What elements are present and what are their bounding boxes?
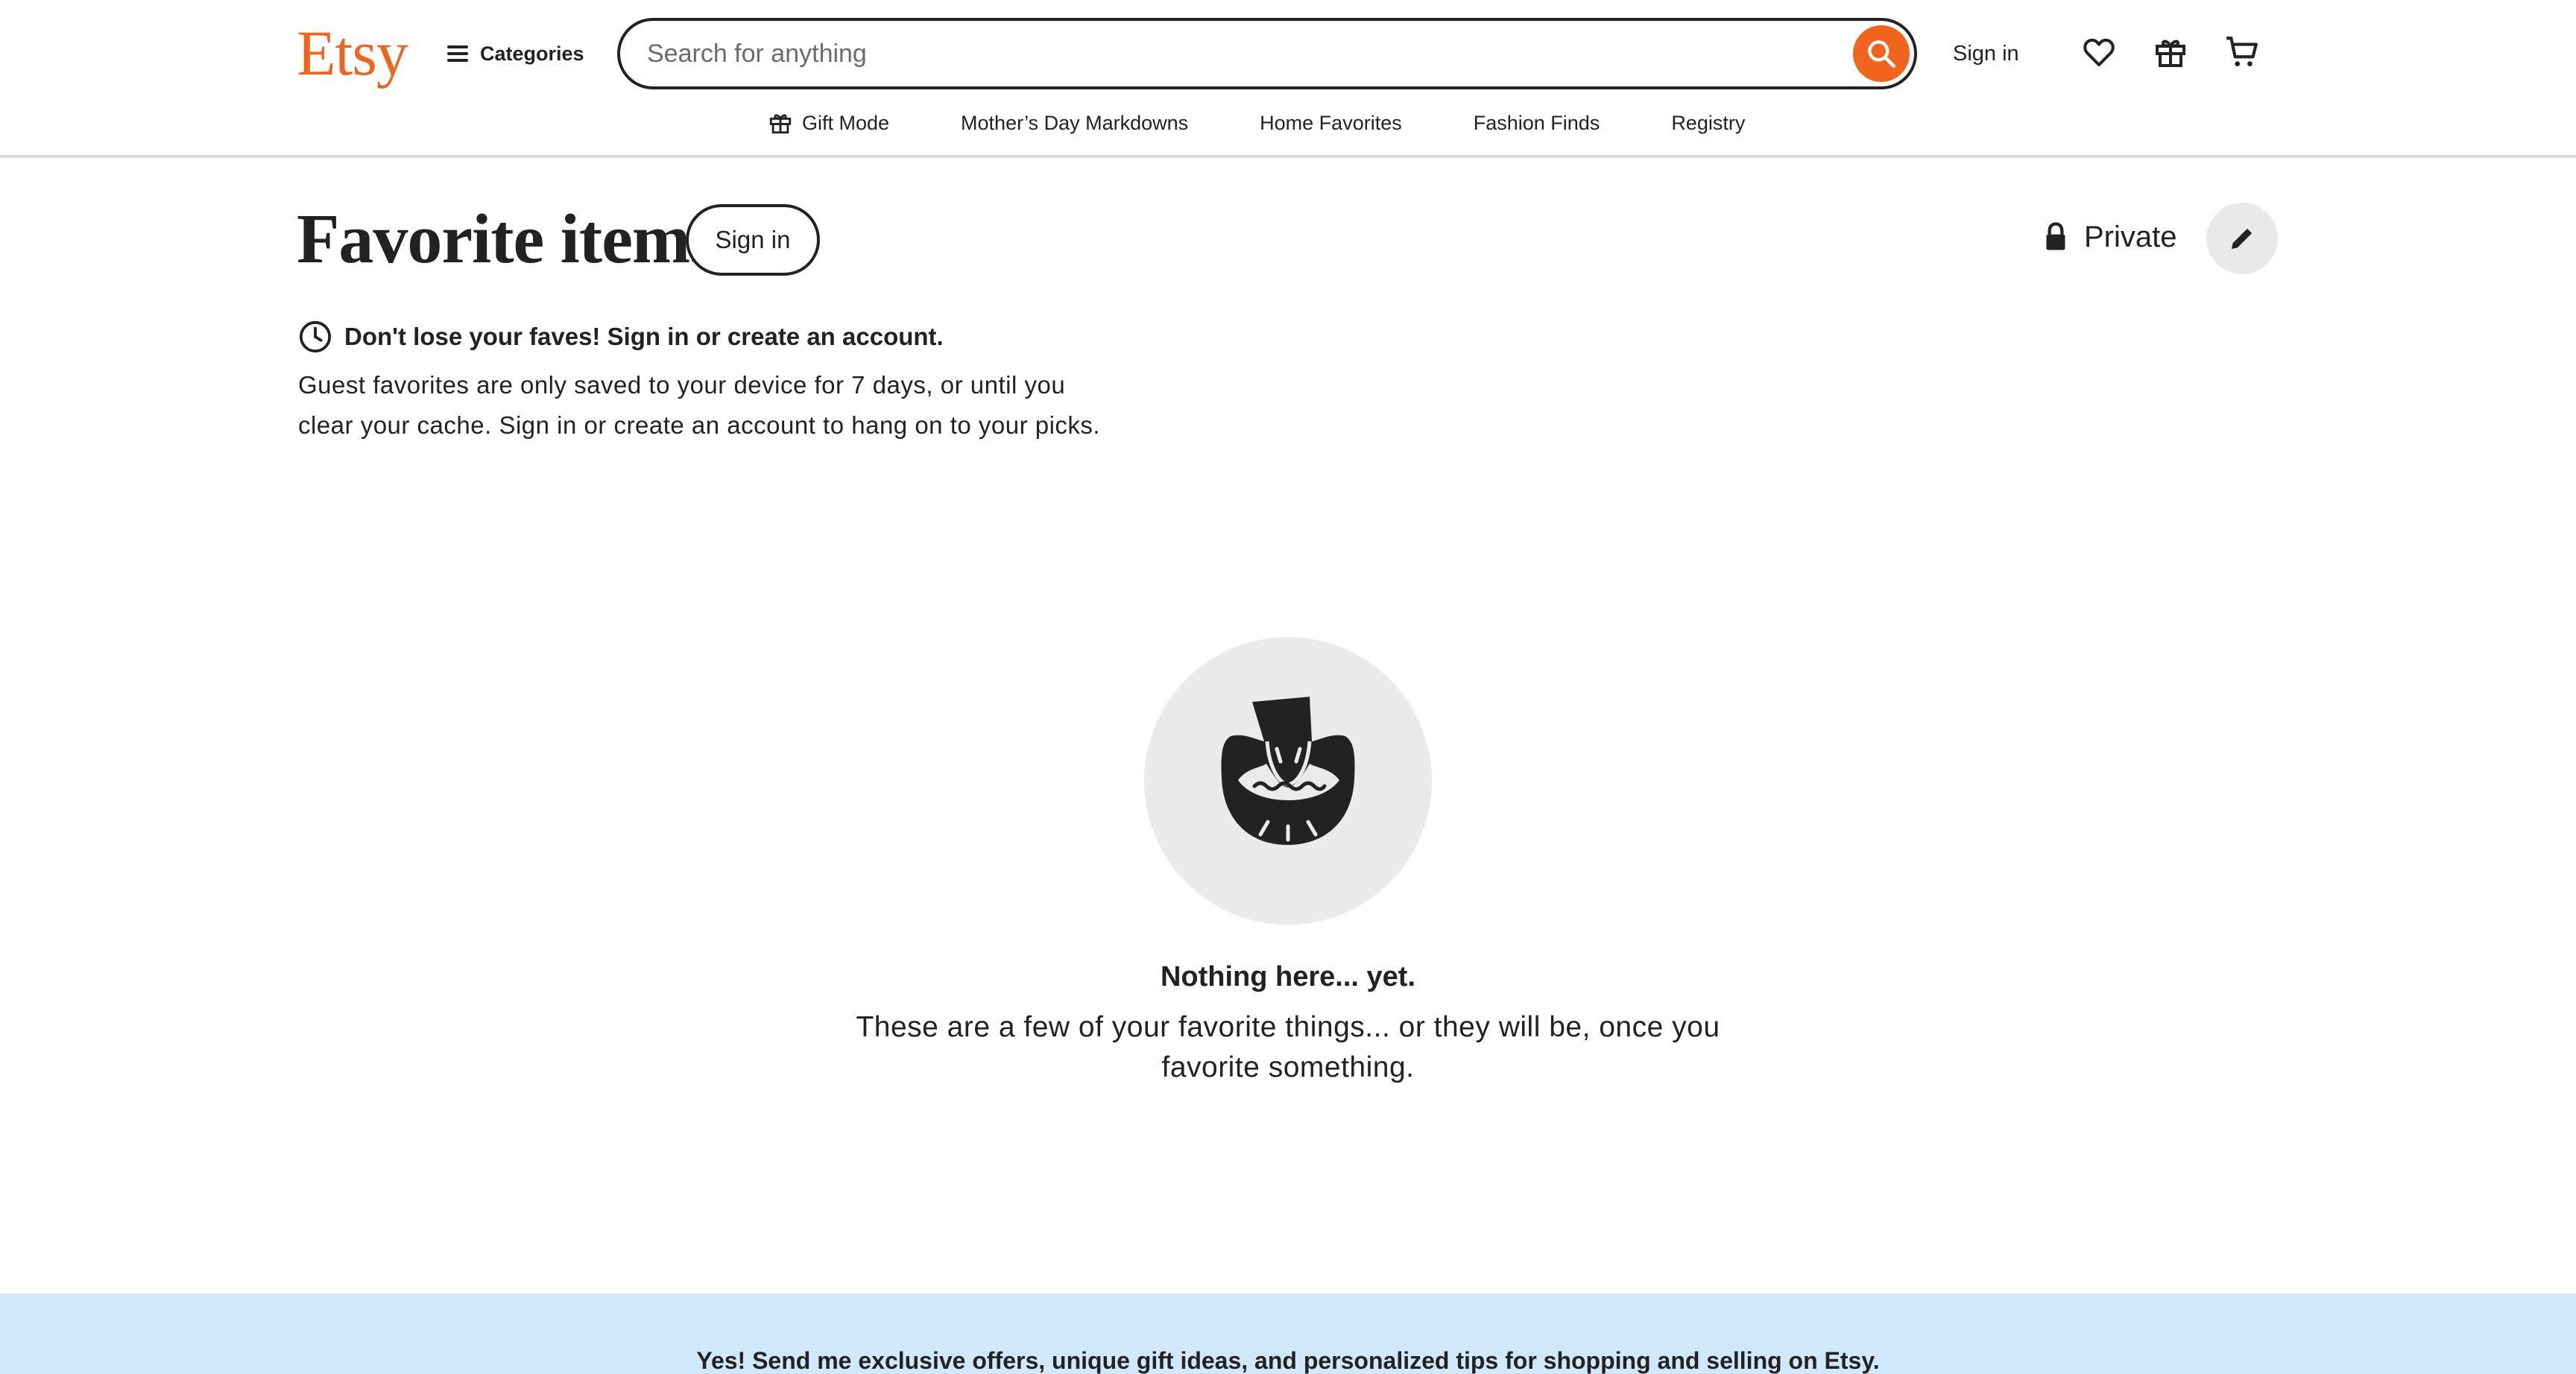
search-button[interactable] xyxy=(1853,25,1910,82)
subnav-registry[interactable]: Registry xyxy=(1671,112,1745,135)
guest-notice-body: Guest favorites are only saved to your d… xyxy=(298,371,1101,439)
subnav-home-favorites[interactable]: Home Favorites xyxy=(1260,112,1402,135)
etsy-logo[interactable]: Etsy xyxy=(297,19,408,86)
necklace-bust-icon xyxy=(1221,697,1355,845)
header-sign-in-link[interactable]: Sign in xyxy=(1953,36,2019,72)
cart-button[interactable] xyxy=(2220,30,2264,75)
heart-icon xyxy=(2083,38,2115,66)
empty-state-illustration xyxy=(1144,637,1432,925)
gift-icon xyxy=(2156,39,2185,67)
guest-notice-heading: Don't lose your faves! Sign in or create… xyxy=(298,319,944,355)
search-icon xyxy=(1868,40,1895,68)
subnav-label: Fashion Finds xyxy=(1473,111,1600,134)
search-input[interactable] xyxy=(647,31,1810,76)
subnav-gift-mode[interactable]: Gift Mode xyxy=(768,110,889,136)
favorites-button[interactable] xyxy=(2077,30,2121,75)
subnav-fashion-finds[interactable]: Fashion Finds xyxy=(1474,112,1600,135)
lock-icon xyxy=(2046,222,2065,250)
search-bar xyxy=(617,18,1917,89)
subnav-mothers-day-markdowns[interactable]: Mother’s Day Markdowns xyxy=(961,112,1188,135)
empty-state-text: These are a few of your favorite things.… xyxy=(856,1011,1720,1083)
gift-icon xyxy=(769,114,792,134)
pencil-icon xyxy=(2232,228,2253,249)
edit-list-button[interactable] xyxy=(2206,203,2278,274)
privacy-label: Private xyxy=(2084,220,2177,253)
categories-label: Categories xyxy=(480,42,584,65)
categories-button[interactable]: Categories xyxy=(447,34,584,73)
privacy-status: Private xyxy=(2042,215,2177,259)
newsletter-text: Yes! Send me exclusive offers, unique gi… xyxy=(696,1347,1880,1374)
page-title: Favorite items xyxy=(297,200,717,278)
notice-heading-text: Don't lose your faves! Sign in or create… xyxy=(344,323,944,350)
sub-navigation: Gift Mode Mother’s Day Markdowns Home Fa… xyxy=(0,104,2576,142)
subnav-label: Home Favorites xyxy=(1260,111,1402,134)
subnav-label: Gift Mode xyxy=(802,111,890,134)
page: Etsy Categories Sign in xyxy=(0,0,2576,1374)
clock-icon xyxy=(299,320,332,353)
subnav-label: Mother’s Day Markdowns xyxy=(961,111,1189,134)
cart-icon xyxy=(2226,37,2258,66)
subnav-label: Registry xyxy=(1671,111,1746,134)
gift-mode-button[interactable] xyxy=(2148,30,2193,75)
site-header: Etsy Categories Sign in xyxy=(0,0,2576,158)
empty-state-title: Nothing here... yet. xyxy=(1160,961,1416,992)
hamburger-icon xyxy=(447,45,468,62)
sign-in-button[interactable]: Sign in xyxy=(686,204,820,276)
